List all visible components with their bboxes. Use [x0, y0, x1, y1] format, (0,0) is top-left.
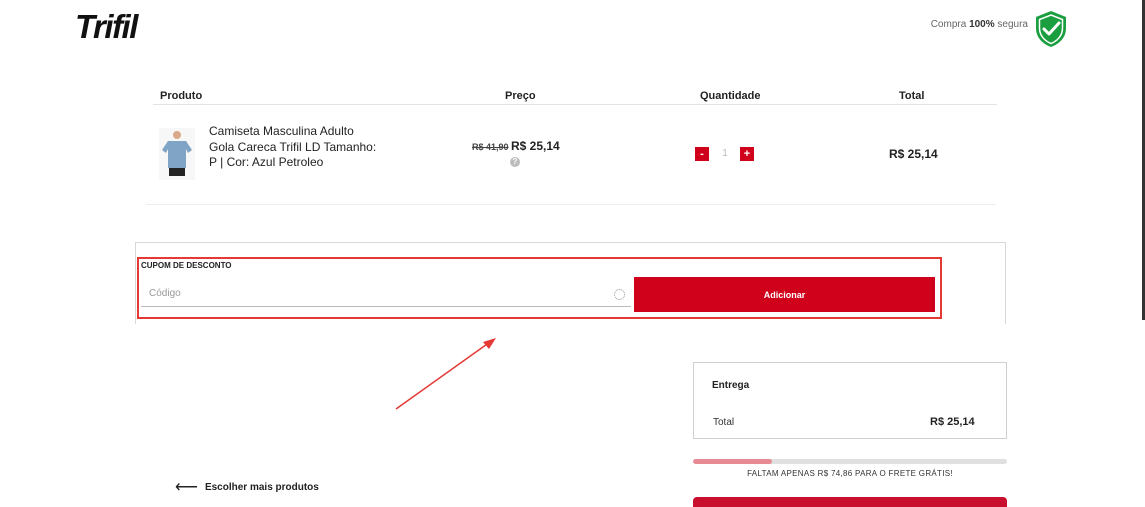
row-total: R$ 25,14	[889, 147, 938, 161]
shield-check-icon	[1036, 11, 1066, 47]
coupon-code-input[interactable]	[141, 281, 631, 307]
free-shipping-message: FALTAM APENAS R$ 74,86 PARA O FRETE GRÁT…	[747, 469, 953, 478]
summary-total-label: Total	[713, 417, 735, 428]
annotation-arrow-icon	[395, 338, 496, 410]
add-coupon-button[interactable]: Adicionar	[634, 277, 935, 312]
column-header-price: Preço	[505, 90, 536, 102]
quantity-value[interactable]: 1	[718, 147, 732, 161]
delivery-title: Entrega	[712, 380, 750, 391]
old-price: R$ 41,90	[472, 142, 509, 152]
current-price: R$ 25,14	[511, 139, 560, 153]
product-name[interactable]: Camiseta Masculina Adulto Gola Careca Tr…	[209, 124, 379, 171]
coupon-label: CUPOM DE DESCONTO	[141, 261, 232, 270]
column-header-total: Total	[899, 90, 925, 102]
free-shipping-progress	[693, 459, 1007, 464]
free-shipping-progress-fill	[693, 459, 772, 464]
decrease-quantity-button[interactable]: -	[695, 147, 709, 161]
column-header-quantity: Quantidade	[700, 90, 761, 102]
table-header-divider	[153, 104, 997, 105]
table-row-divider	[146, 204, 996, 205]
question-mark-icon[interactable]: ?	[510, 157, 520, 167]
loading-spinner-icon	[614, 289, 625, 300]
secure-purchase-text: Compra 100% segura	[930, 19, 1028, 30]
column-header-product: Produto	[160, 90, 203, 102]
product-thumbnail[interactable]	[159, 128, 195, 180]
continue-shopping-link[interactable]: ⟵ Escolher mais produtos	[175, 477, 319, 497]
arrow-left-icon: ⟵	[175, 479, 198, 496]
summary-total-value: R$ 25,14	[930, 416, 975, 428]
trifil-logo[interactable]: Trifil	[75, 8, 138, 46]
increase-quantity-button[interactable]: +	[740, 147, 754, 161]
checkout-button[interactable]	[693, 497, 1007, 507]
